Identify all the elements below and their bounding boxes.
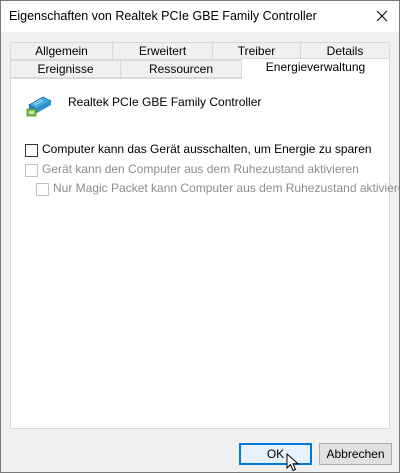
tab-energieverwaltung[interactable]: Energieverwaltung [241,58,390,79]
close-icon [376,10,388,22]
allow-turn-off-checkbox[interactable] [25,144,38,157]
network-adapter-icon [26,96,52,117]
mouse-cursor-icon [286,453,300,472]
magic-packet-label: Nur Magic Packet kann Computer aus dem R… [53,181,400,195]
allow-turn-off-label: Computer kann das Gerät ausschalten, um … [42,142,372,156]
title-bar: Eigenschaften von Realtek PCIe GBE Famil… [1,1,399,32]
tab-ereignisse[interactable]: Ereignisse [10,60,121,78]
magic-packet-checkbox [36,183,49,196]
device-name: Realtek PCIe GBE Family Controller [68,95,262,109]
ok-button[interactable]: OK [239,443,312,465]
tab-erweitert[interactable]: Erweitert [112,42,213,60]
properties-dialog: Eigenschaften von Realtek PCIe GBE Famil… [0,0,400,473]
close-button[interactable] [365,1,399,32]
window-title: Eigenschaften von Realtek PCIe GBE Famil… [9,9,317,23]
allow-wake-label: Gerät kann den Computer aus dem Ruhezust… [42,162,359,176]
tab-allgemein[interactable]: Allgemein [10,42,113,60]
power-management-panel: Realtek PCIe GBE Family Controller Compu… [10,78,399,429]
allow-wake-checkbox [25,164,38,177]
tab-ressourcen[interactable]: Ressourcen [120,60,242,78]
cancel-button[interactable]: Abbrechen [319,443,392,465]
